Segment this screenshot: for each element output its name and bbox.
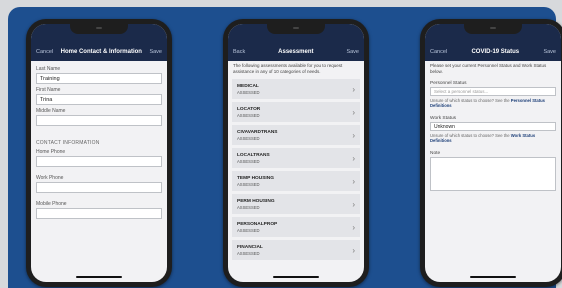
intro-text: Please set your current Personnel Status…	[430, 63, 547, 74]
work-phone-input[interactable]	[36, 182, 162, 193]
nav-title: Home Contact & Information	[60, 49, 142, 55]
item-title: CIVAVARDTRANS	[237, 129, 278, 135]
first-name-label: First Name	[36, 87, 61, 93]
middle-name-label: Middle Name	[36, 108, 66, 114]
phone-frame-contact: Cancel Home Contact & Information Save L…	[26, 19, 172, 287]
list-item-medical[interactable]: MEDICAL ASSESSED ›	[232, 79, 360, 99]
chevron-right-icon: ›	[352, 176, 355, 186]
item-status: ASSESSED	[237, 227, 260, 233]
phone-screen: Back Assessment Save The following asses…	[228, 24, 364, 282]
middle-name-input[interactable]	[36, 115, 162, 126]
covid-status-form: Please set your current Personnel Status…	[425, 61, 561, 282]
save-button[interactable]: Save	[543, 49, 556, 55]
work-status-label: Work Status	[430, 116, 457, 121]
chevron-right-icon: ›	[352, 245, 355, 255]
chevron-right-icon: ›	[352, 130, 355, 140]
list-item-perm-housing[interactable]: PERM HOUSING ASSESSED ›	[232, 194, 360, 214]
work-phone-label: Work Phone	[36, 175, 64, 181]
item-title: LOCATOR	[237, 106, 261, 112]
item-status: ASSESSED	[237, 181, 260, 187]
note-label: Note	[430, 151, 441, 156]
cancel-button[interactable]: Cancel	[430, 49, 447, 55]
back-button[interactable]: Back	[233, 49, 245, 55]
item-status: ASSESSED	[237, 135, 260, 141]
phone-notch	[267, 24, 325, 34]
list-item-locator[interactable]: LOCATOR ASSESSED ›	[232, 102, 360, 122]
list-item-localtrans[interactable]: LOCALTRANS ASSESSED ›	[232, 148, 360, 168]
section-title: CONTACT INFORMATION	[36, 140, 100, 146]
note-textarea[interactable]	[430, 157, 556, 191]
mobile-phone-input[interactable]	[36, 208, 162, 219]
item-title: LOCALTRANS	[237, 152, 270, 158]
phone-notch	[70, 24, 128, 34]
chevron-right-icon: ›	[352, 199, 355, 209]
work-status-help: Unsure of which status to choose? See th…	[430, 133, 556, 143]
item-status: ASSESSED	[237, 204, 260, 210]
phone-notch	[464, 24, 522, 34]
item-status: ASSESSED	[237, 158, 260, 164]
intro-text: The following assessments available for …	[233, 63, 343, 74]
home-indicator	[470, 276, 516, 278]
chevron-right-icon: ›	[352, 222, 355, 232]
first-name-input[interactable]: Trina	[36, 94, 162, 105]
contact-form: Last Name Training First Name Trina Midd…	[31, 61, 167, 282]
personnel-status-select[interactable]: Select a personnel status...	[430, 87, 556, 96]
item-title: PERSONALPROP	[237, 221, 278, 227]
personnel-status-label: Personnel Status	[430, 81, 467, 86]
personnel-status-help: Unsure of which status to choose? See th…	[430, 98, 556, 108]
chevron-right-icon: ›	[352, 84, 355, 94]
list-item-personalprop[interactable]: PERSONALPROP ASSESSED ›	[232, 217, 360, 237]
home-indicator	[273, 276, 319, 278]
home-indicator	[76, 276, 122, 278]
item-status: ASSESSED	[237, 250, 260, 256]
save-button[interactable]: Save	[346, 49, 359, 55]
item-title: MEDICAL	[237, 83, 259, 89]
item-title: FINANCIAL	[237, 244, 263, 250]
phone-frame-covid-status: Cancel COVID-19 Status Save Please set y…	[420, 19, 562, 287]
nav-title: COVID-19 Status	[471, 49, 520, 55]
last-name-input[interactable]: Training	[36, 73, 162, 84]
phone-screen: Cancel COVID-19 Status Save Please set y…	[425, 24, 561, 282]
last-name-label: Last Name	[36, 66, 61, 72]
nav-title: Assessment	[278, 49, 314, 55]
home-phone-input[interactable]	[36, 156, 162, 167]
chevron-right-icon: ›	[352, 107, 355, 117]
mobile-phone-label: Mobile Phone	[36, 201, 67, 207]
list-item-civavardtrans[interactable]: CIVAVARDTRANS ASSESSED ›	[232, 125, 360, 145]
list-item-temp-housing[interactable]: TEMP HOUSING ASSESSED ›	[232, 171, 360, 191]
save-button[interactable]: Save	[149, 49, 162, 55]
chevron-right-icon: ›	[352, 153, 355, 163]
item-status: ASSESSED	[237, 112, 260, 118]
phone-frame-assessment: Back Assessment Save The following asses…	[223, 19, 369, 287]
work-status-select[interactable]: Unknown	[430, 122, 556, 131]
item-title: PERM HOUSING	[237, 198, 275, 204]
home-phone-label: Home Phone	[36, 149, 66, 155]
assessment-list: The following assessments available for …	[228, 61, 364, 282]
item-status: ASSESSED	[237, 89, 260, 95]
list-item-financial[interactable]: FINANCIAL ASSESSED ›	[232, 240, 360, 260]
item-title: TEMP HOUSING	[237, 175, 274, 181]
phone-screen: Cancel Home Contact & Information Save L…	[31, 24, 167, 282]
cancel-button[interactable]: Cancel	[36, 49, 53, 55]
